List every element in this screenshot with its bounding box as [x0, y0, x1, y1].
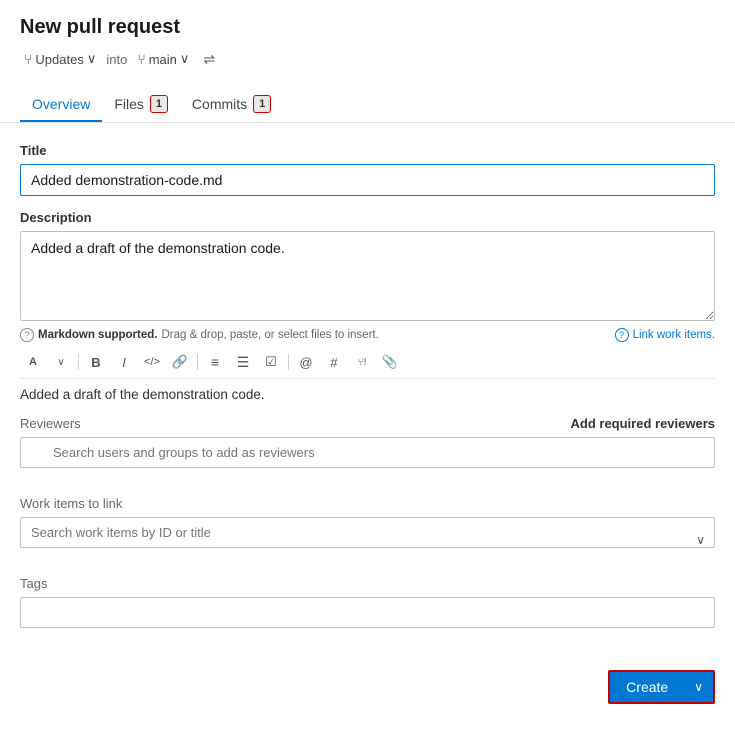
swap-icon: ⇌: [203, 51, 215, 68]
description-preview: Added a draft of the demonstration code.: [20, 387, 715, 402]
work-items-input[interactable]: [20, 517, 715, 548]
tab-commits-badge: 1: [253, 95, 271, 113]
create-button-group: Create ∨: [608, 670, 715, 704]
to-branch-button[interactable]: ⑂ main ∨: [133, 49, 193, 69]
tabs-row: Overview Files 1 Commits 1: [0, 87, 735, 123]
toolbar-mention-btn[interactable]: @: [293, 350, 319, 374]
markdown-hint-row: ? Markdown supported. Drag & drop, paste…: [20, 328, 715, 342]
toolbar-bold-btn[interactable]: B: [83, 350, 109, 374]
page-title: New pull request: [20, 16, 715, 39]
reviewers-label: Reviewers: [20, 416, 81, 431]
tab-commits-label: Commits: [192, 96, 247, 112]
toolbar-italic-btn[interactable]: I: [111, 350, 137, 374]
toolbar-code-btn[interactable]: </>: [139, 350, 165, 374]
description-label: Description: [20, 210, 715, 225]
toolbar-pr-link-btn[interactable]: ⑂!: [349, 350, 375, 374]
toolbar-heading-btn[interactable]: #: [321, 350, 347, 374]
toolbar-unordered-list-btn[interactable]: ☰: [230, 350, 256, 374]
to-branch-label: main: [149, 52, 177, 67]
description-textarea[interactable]: Added a draft of the demonstration code.: [20, 231, 715, 321]
toolbar-divider-3: [288, 354, 289, 370]
link-work-items[interactable]: ? Link work items.: [615, 328, 715, 342]
markdown-drag-text: Drag & drop, paste, or select files to i…: [161, 329, 378, 341]
branch-to-icon: ⑂: [137, 51, 145, 67]
link-work-items-label: Link work items.: [633, 329, 715, 341]
form-section: Title Description Added a draft of the d…: [0, 123, 735, 660]
add-reviewers-link[interactable]: Add required reviewers: [571, 416, 716, 431]
toolbar-style-btn[interactable]: A: [20, 350, 46, 374]
tab-commits[interactable]: Commits 1: [180, 87, 283, 123]
tab-overview-label: Overview: [32, 96, 90, 112]
markdown-hint-icon: ?: [20, 328, 34, 342]
to-branch-chevron: ∨: [180, 51, 190, 67]
branch-selector-row: ⑂ Updates ∨ into ⑂ main ∨ ⇌: [20, 49, 715, 69]
tab-files[interactable]: Files 1: [102, 87, 180, 123]
tab-files-label: Files: [114, 96, 144, 112]
footer-row: Create ∨: [0, 660, 735, 724]
reviewers-row: Reviewers Add required reviewers: [20, 416, 715, 431]
create-dropdown-button[interactable]: ∨: [684, 673, 713, 701]
work-items-label: Work items to link: [20, 496, 715, 511]
title-label: Title: [20, 143, 715, 158]
toolbar-task-list-btn[interactable]: ☑: [258, 350, 284, 374]
create-button[interactable]: Create: [610, 672, 684, 702]
from-branch-label: Updates: [35, 52, 83, 67]
tags-input[interactable]: [20, 597, 715, 628]
markdown-hint: ? Markdown supported. Drag & drop, paste…: [20, 328, 379, 342]
description-toolbar: A ∨ B I </> 🔗 ≡ ☰ ☑ @ # ⑂! 📎: [20, 346, 715, 379]
reviewer-search-wrap: ⚇: [20, 437, 715, 482]
into-text: into: [106, 52, 127, 67]
create-dropdown-chevron-icon: ∨: [694, 680, 703, 694]
title-input[interactable]: [20, 164, 715, 196]
tags-label: Tags: [20, 576, 715, 591]
toolbar-style-chevron-btn[interactable]: ∨: [48, 350, 74, 374]
toolbar-divider-2: [197, 354, 198, 370]
toolbar-attach-btn[interactable]: 📎: [377, 350, 403, 374]
tab-files-badge: 1: [150, 95, 168, 113]
toolbar-ordered-list-btn[interactable]: ≡: [202, 350, 228, 374]
toolbar-divider-1: [78, 354, 79, 370]
branch-from-icon: ⑂: [24, 51, 32, 67]
from-branch-button[interactable]: ⑂ Updates ∨: [20, 49, 100, 69]
markdown-hint-strong: Markdown supported.: [38, 329, 157, 341]
from-branch-chevron: ∨: [87, 51, 97, 67]
link-work-items-icon: ?: [615, 328, 629, 342]
work-items-wrap: ∨: [20, 517, 715, 562]
reviewer-search-input[interactable]: [20, 437, 715, 468]
toolbar-link-btn[interactable]: 🔗: [167, 350, 193, 374]
tab-overview[interactable]: Overview: [20, 88, 102, 122]
